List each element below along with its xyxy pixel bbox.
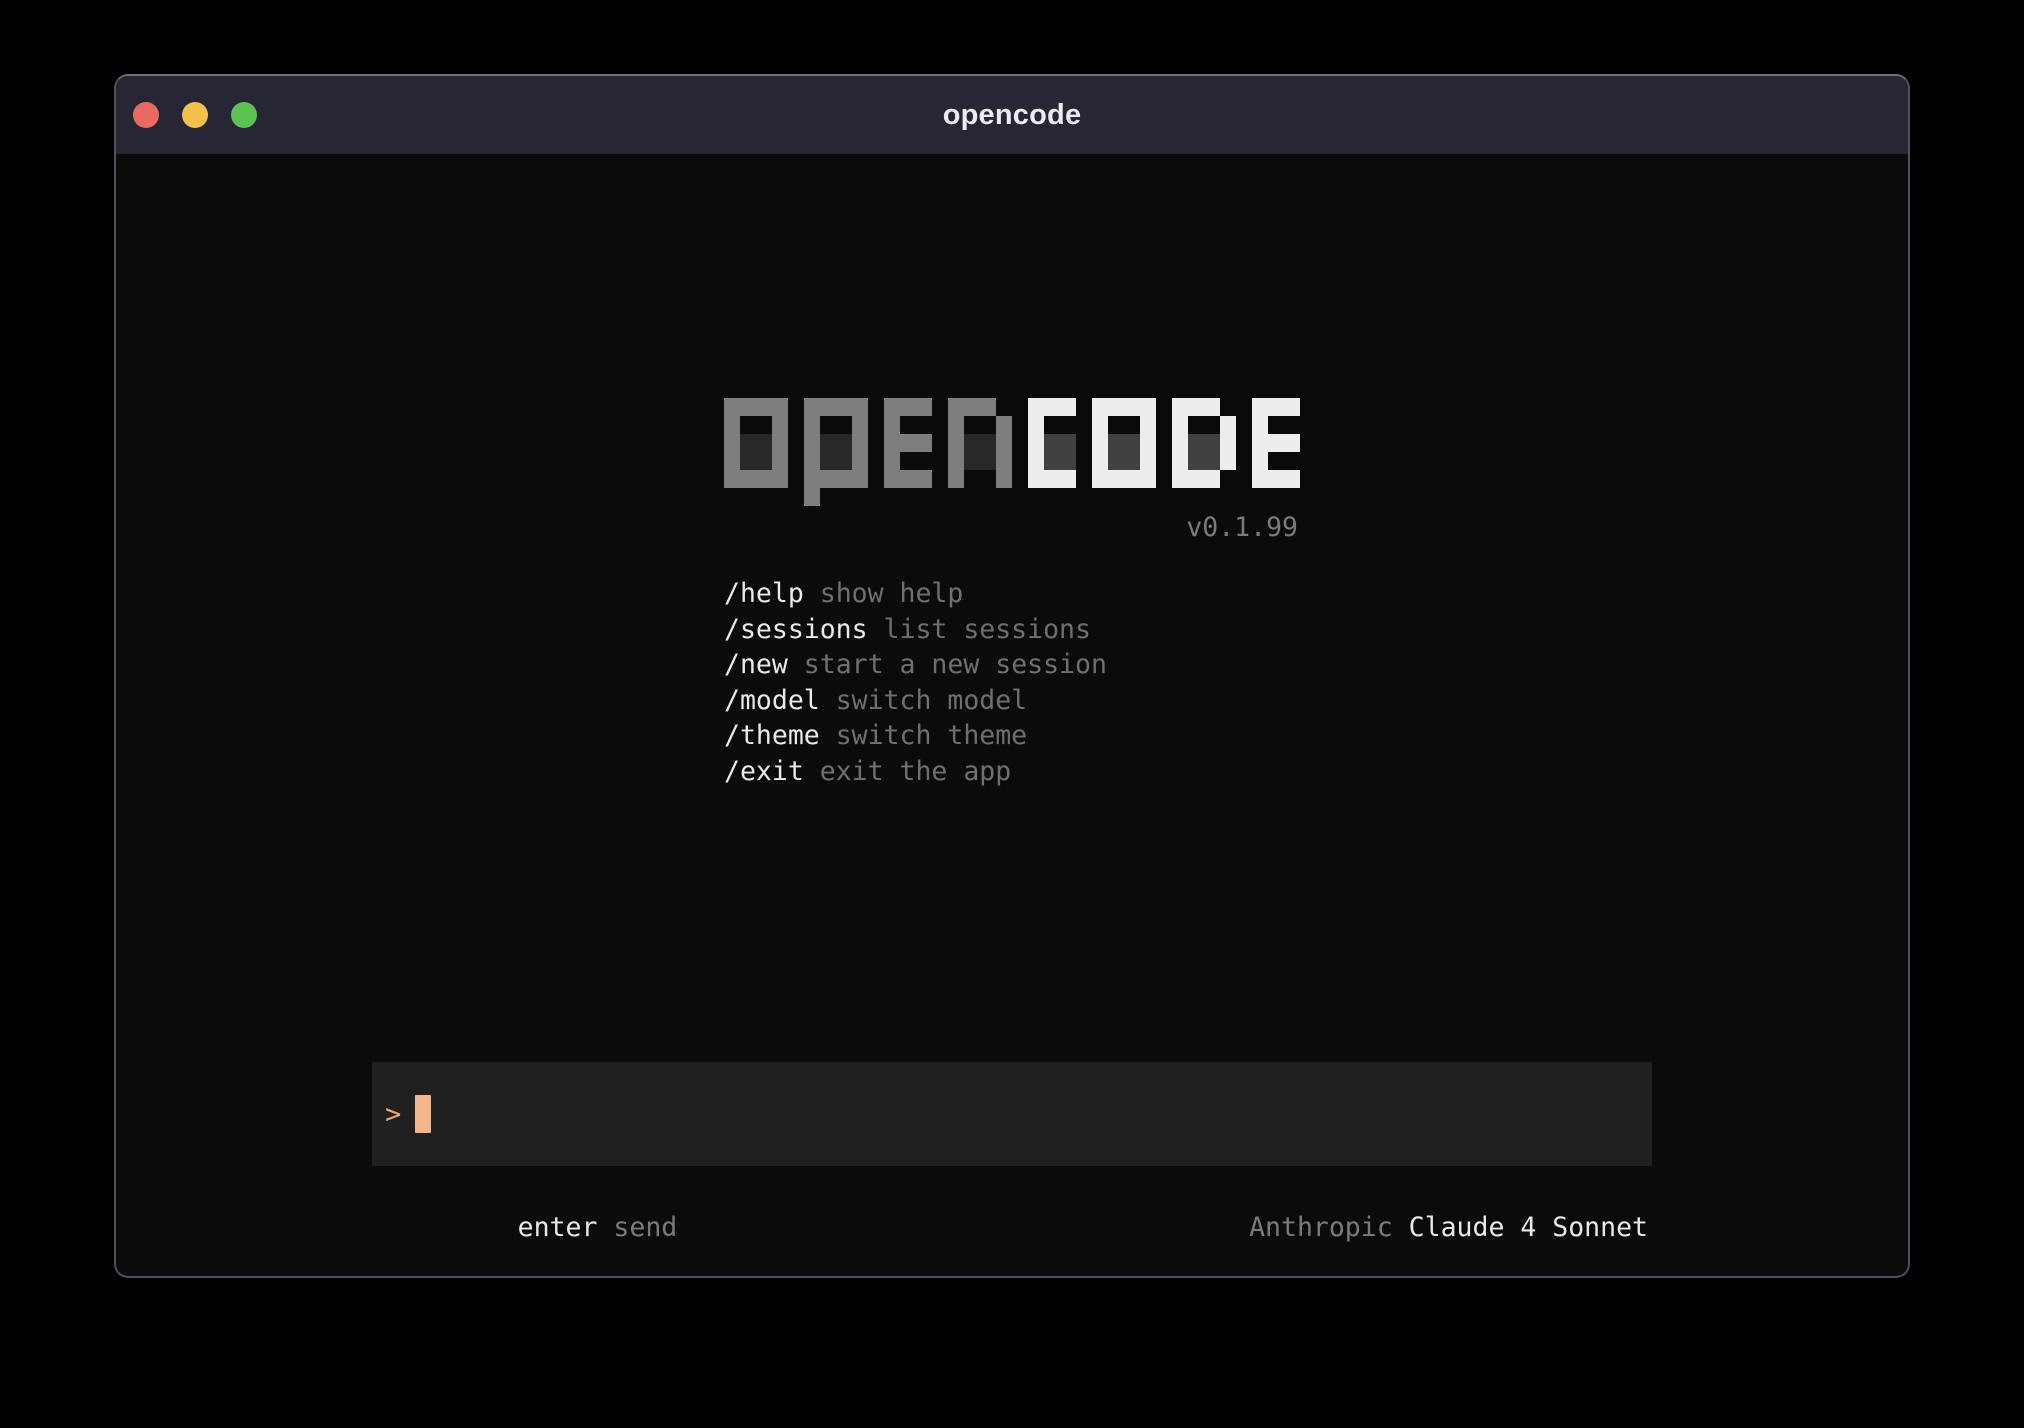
command-name: /new	[724, 649, 788, 680]
logo-letter-n	[948, 398, 1012, 488]
model-indicator[interactable]: Anthropic Claude 4 Sonnet	[1121, 1168, 1648, 1278]
logo-letter-o	[724, 398, 788, 488]
logo-letter-d	[1172, 398, 1236, 488]
command-row-theme: /theme switch theme	[724, 718, 1107, 754]
desktop-background: opencode v0.1.99 /help show help/session…	[0, 0, 2024, 1428]
provider-label: Anthropic	[1249, 1212, 1393, 1243]
text-cursor-block	[415, 1095, 431, 1133]
command-name: /model	[724, 685, 820, 716]
command-description: list sessions	[868, 614, 1091, 645]
window-title: opencode	[943, 99, 1082, 132]
opencode-logo	[724, 398, 1300, 506]
command-row-new: /new start a new session	[724, 647, 1107, 683]
logo-letter-c	[1028, 398, 1076, 488]
command-row-sessions: /sessions list sessions	[724, 612, 1107, 648]
command-name: /theme	[724, 720, 820, 751]
command-description: switch theme	[820, 720, 1027, 751]
send-action-hint: send	[613, 1212, 677, 1243]
logo-letter-e	[1252, 398, 1300, 488]
command-name: /sessions	[724, 614, 868, 645]
command-description: exit the app	[804, 756, 1011, 787]
close-button[interactable]	[133, 102, 159, 128]
version-label: v0.1.99	[1186, 512, 1298, 543]
command-row-exit: /exit exit the app	[724, 754, 1107, 790]
logo-letter-e	[884, 398, 932, 488]
command-name: /help	[724, 578, 804, 609]
command-row-help: /help show help	[724, 576, 1107, 612]
send-hint: enter send	[390, 1168, 677, 1278]
enter-key-hint: enter	[518, 1212, 598, 1243]
logo-letter-p	[804, 398, 868, 506]
command-description: show help	[804, 578, 964, 609]
logo-letter-o	[1092, 398, 1156, 488]
zoom-button[interactable]	[231, 102, 257, 128]
command-description: switch model	[820, 685, 1027, 716]
message-input[interactable]: >	[372, 1062, 1652, 1166]
titlebar[interactable]: opencode	[116, 76, 1908, 154]
traffic-lights	[133, 76, 257, 154]
opencode-app-window: opencode v0.1.99 /help show help/session…	[114, 74, 1910, 1278]
model-label: Claude 4 Sonnet	[1409, 1212, 1648, 1243]
command-description: start a new session	[788, 649, 1107, 680]
status-bar: enter send Anthropic Claude 4 Sonnet	[372, 1168, 1652, 1278]
command-row-model: /model switch model	[724, 683, 1107, 719]
minimize-button[interactable]	[182, 102, 208, 128]
command-name: /exit	[724, 756, 804, 787]
prompt-symbol: >	[385, 1099, 401, 1130]
command-list: /help show help/sessions list sessions/n…	[724, 576, 1107, 789]
